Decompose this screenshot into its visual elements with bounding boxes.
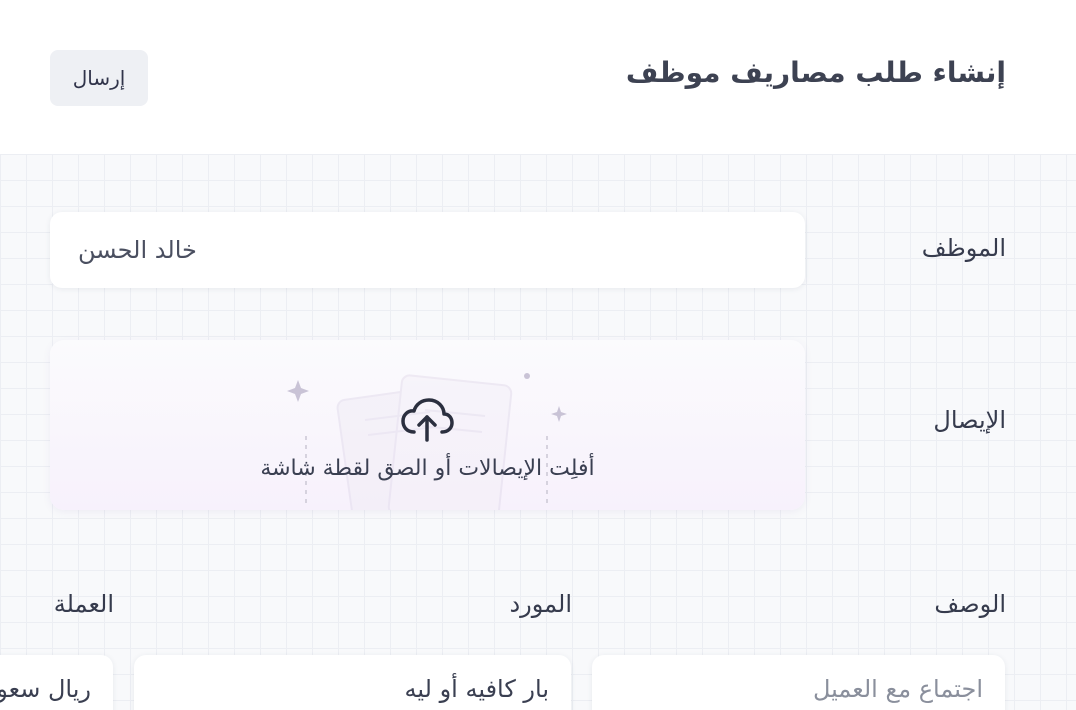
page-header: إنشاء طلب مصاريف موظف إرسال xyxy=(0,0,1076,154)
dropzone-text: أفلِت الإيصالات أو الصق لقطة شاشة xyxy=(260,456,595,481)
vendor-input[interactable]: بار كافيه أو ليه xyxy=(134,655,571,710)
expense-request-card: إنشاء طلب مصاريف موظف إرسال الموظف خالد … xyxy=(0,0,1076,710)
employee-label: الموظف xyxy=(921,234,1006,262)
employee-field[interactable]: خالد الحسن xyxy=(50,212,805,288)
cloud-upload-icon xyxy=(401,398,454,442)
currency-select[interactable]: ريال سعودي xyxy=(0,655,113,710)
sparkle-icon xyxy=(287,380,309,402)
sparkle-icon xyxy=(551,406,567,422)
description-placeholder: اجتماع مع العميل xyxy=(813,675,983,703)
description-label: الوصف xyxy=(934,590,1006,618)
page-title: إنشاء طلب مصاريف موظف xyxy=(625,56,1006,89)
currency-value: ريال سعودي xyxy=(0,675,91,703)
vendor-value: بار كافيه أو ليه xyxy=(404,675,549,703)
description-input[interactable]: اجتماع مع العميل xyxy=(592,655,1005,710)
employee-value: خالد الحسن xyxy=(78,236,197,264)
vendor-label: المورد xyxy=(509,590,572,618)
currency-label: العملة xyxy=(53,590,114,618)
receipt-dropzone[interactable]: أفلِت الإيصالات أو الصق لقطة شاشة xyxy=(50,340,805,510)
receipt-label: الإيصال xyxy=(933,406,1006,434)
send-button[interactable]: إرسال xyxy=(50,50,148,106)
